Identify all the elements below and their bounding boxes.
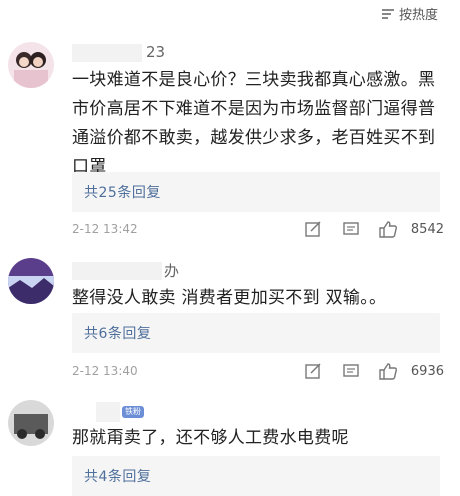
- share-icon[interactable]: [304, 220, 322, 241]
- share-icon[interactable]: [304, 362, 322, 383]
- username-mask: [72, 44, 142, 62]
- timestamp: 2-12 13:42: [72, 222, 138, 236]
- avatar[interactable]: [8, 42, 54, 88]
- replies-label: 共25条回复: [84, 185, 161, 201]
- comment-footer: 2-12 13:40 6936: [72, 362, 444, 382]
- comment-icon[interactable]: [342, 220, 360, 241]
- replies-link[interactable]: 共25条回复: [72, 172, 440, 212]
- comment-text: 整得没人敢卖 消费者更加买不到 双输。。: [72, 288, 387, 308]
- sort-label: 按热度: [398, 8, 438, 23]
- username[interactable]: 23: [146, 43, 165, 61]
- comment-text: 那就甭卖了，还不够人工费水电费呢: [72, 428, 349, 448]
- sort-icon: [381, 8, 395, 20]
- username-mask: [72, 262, 162, 280]
- username-mask: [96, 402, 120, 422]
- comment-footer: 2-12 13:42 8542: [72, 220, 444, 240]
- replies-link[interactable]: 共4条回复: [72, 456, 440, 496]
- like-count: 8542: [410, 222, 444, 237]
- timestamp: 2-12 13:40: [72, 364, 138, 378]
- comment-text: 一块难道不是良心价？三块卖我都真心感激。黑市价高居不下难道不是因为市场监督部门逼…: [72, 70, 436, 177]
- fan-badge: 铁粉: [122, 406, 144, 418]
- avatar[interactable]: [8, 400, 54, 446]
- avatar[interactable]: [8, 258, 54, 304]
- sort-toggle[interactable]: 按热度: [381, 4, 438, 23]
- like-count: 6936: [410, 364, 444, 379]
- like-icon[interactable]: [378, 220, 398, 241]
- username[interactable]: 办: [164, 260, 179, 281]
- replies-link[interactable]: 共6条回复: [72, 313, 440, 353]
- replies-label: 共4条回复: [84, 469, 152, 485]
- replies-label: 共6条回复: [84, 326, 152, 342]
- like-icon[interactable]: [378, 362, 398, 383]
- comment-icon[interactable]: [342, 362, 360, 383]
